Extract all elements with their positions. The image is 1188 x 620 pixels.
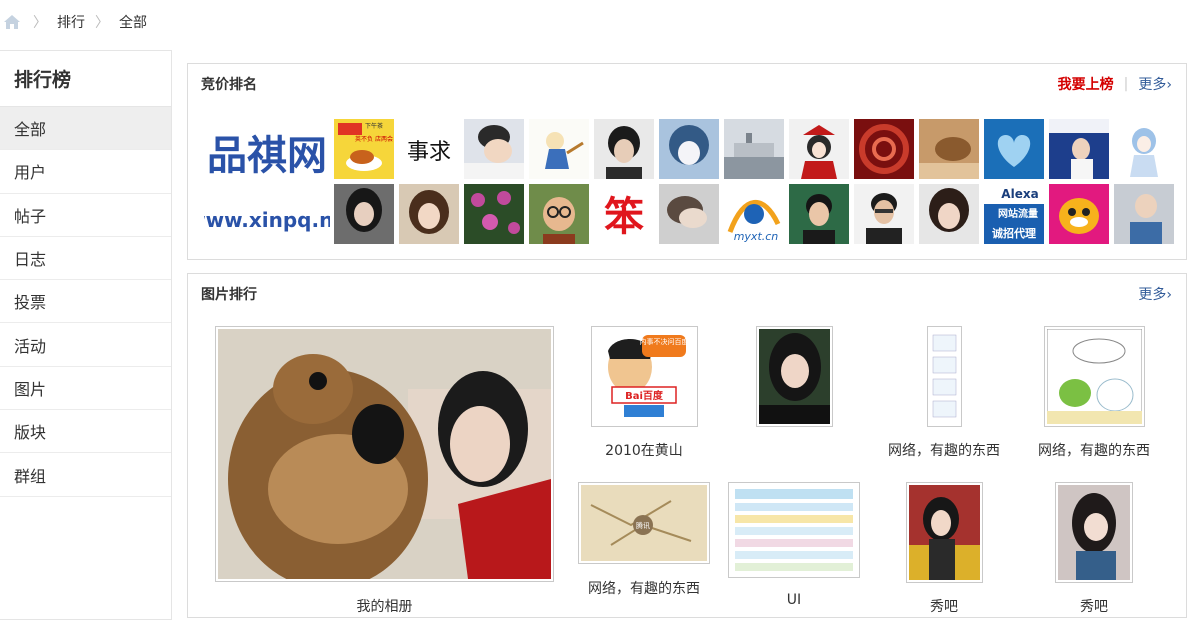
thumb-woman-blue[interactable] xyxy=(1049,119,1109,179)
thumb-sepia[interactable] xyxy=(919,119,979,179)
home-icon[interactable] xyxy=(3,14,21,30)
svg-text:笨: 笨 xyxy=(604,194,644,240)
thumb-anime-blue[interactable] xyxy=(659,119,719,179)
photo-ui[interactable] xyxy=(728,482,860,578)
thumb-anime-red[interactable] xyxy=(789,119,849,179)
svg-text:诚招代理: 诚招代理 xyxy=(992,226,1036,240)
photo-girl-portrait[interactable] xyxy=(756,326,833,427)
thumb-man-glasses[interactable] xyxy=(854,184,914,244)
thumb-boy-lying[interactable] xyxy=(464,119,524,179)
photo-xiuba-2[interactable] xyxy=(1055,482,1133,583)
thumb-girl-bob[interactable] xyxy=(399,184,459,244)
thumb-anime-girl[interactable] xyxy=(1114,119,1174,179)
svg-text:网站流量: 网站流量 xyxy=(998,207,1038,220)
chevron-right-icon: 〉 xyxy=(95,15,109,31)
photo-caption[interactable]: 网络，有趣的东西 xyxy=(574,578,714,598)
bidding-header: 竞价排名 我要上榜 | 更多› xyxy=(188,64,1186,104)
photo-fun-2[interactable] xyxy=(1044,326,1145,427)
breadcrumb-item-all[interactable]: 全部 xyxy=(119,12,147,32)
photos-more-link[interactable]: 更多› xyxy=(1138,284,1172,304)
thumb-tiger[interactable] xyxy=(1049,184,1109,244)
sidebar-item-all[interactable]: 全部 xyxy=(0,107,171,151)
photo-caption[interactable]: UI xyxy=(724,592,864,608)
svg-text:腾讯: 腾讯 xyxy=(636,521,650,530)
thumb-red-swirl[interactable] xyxy=(854,119,914,179)
svg-text:Bai百度: Bai百度 xyxy=(625,389,664,402)
photo-fun-map[interactable]: 腾讯 xyxy=(578,482,710,564)
sidebar-item-events[interactable]: 活动 xyxy=(0,323,171,367)
sidebar-item-blogs[interactable]: 日志 xyxy=(0,237,171,281)
photo-huangshan[interactable]: 内事不决问百度 Bai百度 xyxy=(591,326,698,427)
thumb-tea[interactable]: 下午茶 英不负 店两会 xyxy=(334,119,394,179)
sidebar: 排行榜 全部 用户 帖子 日志 投票 活动 图片 版块 群组 xyxy=(0,50,172,620)
chevron-right-icon: 〉 xyxy=(33,15,47,31)
promote-link[interactable]: 我要上榜 xyxy=(1058,74,1114,94)
svg-text:内事不决问百度: 内事不决问百度 xyxy=(640,337,689,346)
thumb-girl-finger[interactable] xyxy=(919,184,979,244)
divider: | xyxy=(1123,76,1129,92)
sidebar-item-forums[interactable]: 版块 xyxy=(0,410,171,454)
sidebar-item-posts[interactable]: 帖子 xyxy=(0,194,171,237)
photo-caption[interactable]: 2010在黄山 xyxy=(574,440,714,460)
photo-album-teddy[interactable] xyxy=(215,326,554,589)
bidding-actions: 我要上榜 | 更多› xyxy=(1058,74,1172,94)
svg-text:Alexa: Alexa xyxy=(1001,187,1038,201)
sidebar-item-polls[interactable]: 投票 xyxy=(0,280,171,324)
sidebar-item-users[interactable]: 用户 xyxy=(0,150,171,194)
photos-title: 图片排行 xyxy=(201,287,257,303)
thumb-sitemark[interactable]: myxt.cn xyxy=(724,184,784,244)
bidding-panel: 竞价排名 我要上榜 | 更多› 品祺网 www.xinpq.ne 下午茶 英不负… xyxy=(187,63,1187,260)
photo-xiuba-1[interactable] xyxy=(906,482,983,583)
thumb-alexa[interactable]: Alexa 网站流量 诚招代理 xyxy=(984,184,1044,244)
logo-line1: 品祺网 xyxy=(207,132,327,179)
photo-caption[interactable]: 秀吧 xyxy=(874,596,1014,616)
svg-text:下午茶: 下午茶 xyxy=(365,122,383,130)
logo-line2: www.xinpq.ne xyxy=(204,208,330,232)
photo-caption[interactable]: 我的相册 xyxy=(215,596,554,616)
sidebar-title: 排行榜 xyxy=(0,51,171,107)
logo-image: 品祺网 www.xinpq.ne xyxy=(187,119,347,245)
thumb-ben[interactable]: 笨 xyxy=(594,184,654,244)
svg-text:myxt.cn: myxt.cn xyxy=(734,230,779,243)
thumb-heart[interactable] xyxy=(984,119,1044,179)
sidebar-item-groups[interactable]: 群组 xyxy=(0,453,171,497)
thumb-portrait-bw[interactable] xyxy=(594,119,654,179)
thumb-ship[interactable] xyxy=(724,119,784,179)
photo-caption[interactable]: 秀吧 xyxy=(1024,596,1164,616)
photo-caption[interactable]: 网络，有趣的东西 xyxy=(874,440,1014,460)
thumb-calligraphy[interactable]: 事求 xyxy=(399,119,459,179)
thumb-sleeping[interactable] xyxy=(659,184,719,244)
thumb-girl-dark[interactable] xyxy=(334,184,394,244)
sidebar-item-pictures[interactable]: 图片 xyxy=(0,367,171,411)
breadcrumb-item-ranking[interactable]: 排行 xyxy=(57,12,85,32)
thumb-man-green[interactable] xyxy=(789,184,849,244)
bidding-more-link[interactable]: 更多› xyxy=(1138,74,1172,94)
photo-fun-1[interactable] xyxy=(927,326,962,427)
thumb-kid-glasses[interactable] xyxy=(529,184,589,244)
breadcrumb: 〉 排行 〉 全部 xyxy=(0,0,1188,44)
svg-text:事求: 事求 xyxy=(407,140,451,165)
thumb-lotus[interactable] xyxy=(464,184,524,244)
photo-caption[interactable]: 网络，有趣的东西 xyxy=(1024,440,1164,460)
bidding-title: 竞价排名 xyxy=(201,77,257,93)
svg-text:英不负 店两会: 英不负 店两会 xyxy=(355,135,393,143)
thumb-cartoon[interactable] xyxy=(529,119,589,179)
photos-header: 图片排行 更多› xyxy=(188,274,1186,314)
thumb-man-laptop[interactable] xyxy=(1114,184,1174,244)
logo-tile[interactable]: 品祺网 www.xinpq.ne xyxy=(187,119,347,245)
